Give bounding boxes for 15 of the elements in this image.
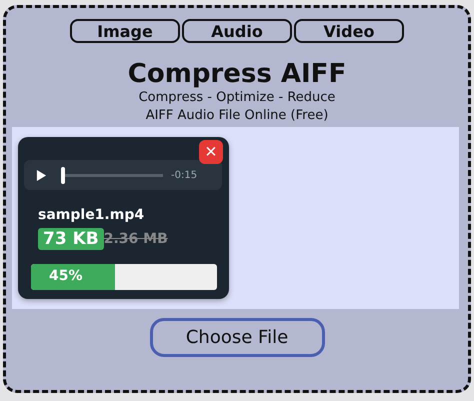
old-size: 2.36 MB (104, 231, 168, 247)
new-size: 73 KB (38, 228, 104, 250)
tab[interactable]: Video (294, 19, 404, 43)
play-icon[interactable] (36, 168, 47, 182)
file-name: sample1.mp4 (38, 207, 144, 223)
seek-thumb[interactable] (61, 166, 65, 184)
choose-file-button[interactable]: Choose File (150, 318, 324, 357)
time-remaining: -0:15 (171, 170, 198, 180)
page-title: Compress AIFF (128, 59, 346, 89)
tab[interactable]: Audio (182, 19, 292, 43)
progress-label: 45% (49, 268, 83, 284)
tab[interactable]: Image (70, 19, 180, 43)
subtitle: AIFF Audio File Online (Free) (146, 107, 328, 125)
subtitle: Compress - Optimize - Reduce (138, 89, 336, 107)
close-button[interactable]: × (199, 140, 223, 164)
